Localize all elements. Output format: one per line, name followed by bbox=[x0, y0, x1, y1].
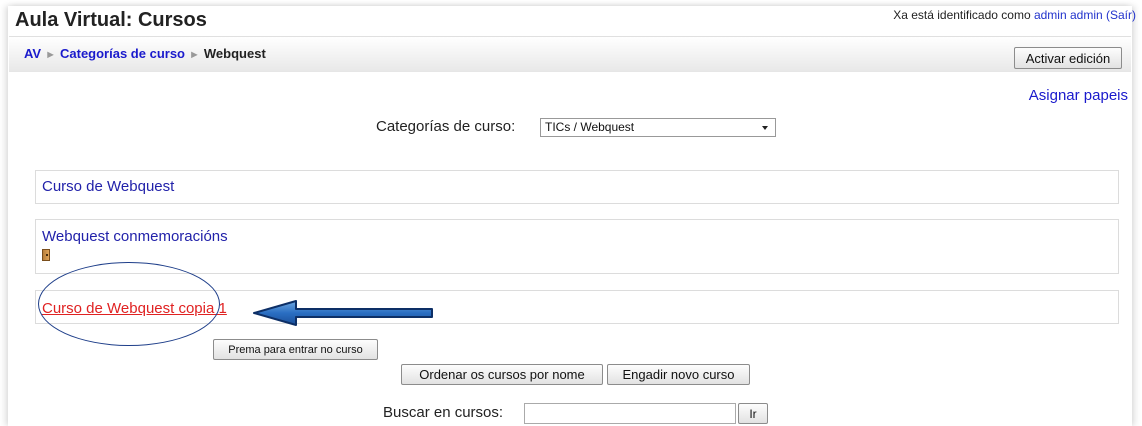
assign-roles-link[interactable]: Asignar papeis bbox=[1029, 87, 1128, 104]
site-title: Aula Virtual: Cursos bbox=[15, 9, 207, 31]
user-link[interactable]: admin admin bbox=[1034, 8, 1103, 22]
breadcrumb-current: Webquest bbox=[203, 46, 266, 61]
login-info: Xa está identificado como admin admin (S… bbox=[893, 8, 1136, 22]
turn-editing-on-button[interactable]: Activar edición bbox=[1014, 47, 1122, 69]
course-box: Webquest conmemoracións bbox=[35, 219, 1119, 274]
chevron-down-icon bbox=[762, 126, 768, 130]
search-go-button[interactable]: Ir bbox=[738, 403, 768, 424]
enter-course-button[interactable]: Prema para entrar no curso bbox=[213, 339, 378, 360]
logout-link[interactable]: (Saír) bbox=[1106, 8, 1136, 22]
course-link[interactable]: Curso de Webquest bbox=[42, 178, 174, 195]
category-label: Categorías de curso: bbox=[376, 118, 516, 135]
breadcrumb-separator: ► bbox=[189, 49, 200, 61]
navbar: AV ► Categorías de curso ► Webquest Activar … bbox=[9, 36, 1131, 72]
sort-courses-button[interactable]: Ordenar os cursos por nome bbox=[401, 364, 603, 385]
breadcrumb-categories[interactable]: Categorías de curso bbox=[60, 46, 185, 61]
search-label: Buscar en cursos: bbox=[383, 404, 504, 421]
annotation-ellipse bbox=[38, 262, 220, 346]
breadcrumb: AV ► Categorías de curso ► Webquest bbox=[24, 46, 266, 61]
annotation-arrow-icon bbox=[253, 300, 433, 326]
add-course-button[interactable]: Engadir novo curso bbox=[607, 364, 750, 385]
search-input[interactable] bbox=[524, 403, 736, 424]
category-select[interactable]: TICs / Webquest bbox=[540, 118, 776, 137]
category-select-value: TICs / Webquest bbox=[545, 120, 635, 134]
breadcrumb-separator: ► bbox=[45, 49, 56, 61]
breadcrumb-home[interactable]: AV bbox=[24, 46, 41, 61]
course-link[interactable]: Webquest conmemoracións bbox=[42, 228, 228, 245]
course-box: Curso de Webquest bbox=[35, 170, 1119, 204]
guest-access-icon bbox=[42, 249, 50, 261]
login-prefix: Xa está identificado como bbox=[893, 8, 1034, 22]
